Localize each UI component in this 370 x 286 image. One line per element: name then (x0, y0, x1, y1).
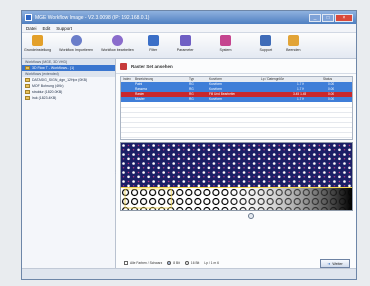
toolbar-filter[interactable]: Filter (147, 35, 159, 52)
arrow-right-icon: ➜ (327, 261, 331, 266)
toolbar: Grundeinstellung Workflow Importieren Wo… (22, 33, 356, 59)
radio-label: 16 Bit (190, 261, 200, 265)
folder-icon (25, 96, 30, 100)
window-controls: _ □ × (309, 13, 353, 22)
content-title: Raster Set ansehen (131, 63, 173, 69)
import-icon (70, 35, 82, 46)
toolbar-label: Workflow Importieren (59, 48, 94, 52)
main-area: Workflows (MGE, 3D VHD) 3D Flow T - Work… (22, 59, 356, 269)
raster-preview[interactable] (120, 142, 353, 211)
raster-pattern-image (121, 143, 352, 210)
status-bar (22, 268, 356, 279)
tree-item[interactable]: lruk (1823.4KB) (22, 95, 115, 101)
menu-bar: Datei Edit Support (22, 24, 356, 33)
menu-datei[interactable]: Datei (26, 26, 37, 31)
toolbar-workflow-edit[interactable]: Workflow bearbeiten (101, 35, 134, 52)
edit-icon (111, 35, 123, 46)
next-label: Weiter (332, 261, 343, 266)
tree-label: 3D Flow T - Workflows.. (1) (32, 66, 75, 70)
toolbar-beenden[interactable]: Beenden (286, 35, 301, 52)
resolution-field[interactable]: Lp / 1 m 6 (204, 261, 219, 265)
toolbar-support[interactable]: Support (259, 35, 273, 52)
tree-label: Workflows (extended) (25, 72, 59, 76)
tree-label: struktur (1820.0KB) (32, 90, 63, 94)
workflow-tree: Workflows (MGE, 3D VHD) 3D Flow T - Work… (22, 59, 116, 269)
folder-icon (25, 90, 30, 94)
close-button[interactable]: × (335, 13, 353, 22)
parameter-icon (179, 35, 191, 46)
title-bar: MGE Workflow Image - V2.3.0098 (IP: 192.… (22, 11, 356, 24)
zoom-slider[interactable] (248, 213, 254, 219)
menu-edit[interactable]: Edit (43, 26, 51, 31)
toolbar-label: Workflow bearbeiten (101, 48, 134, 52)
tree-label: Workflows (MGE, 3D VHD) (25, 60, 68, 64)
radio-label: 8 Bit (173, 261, 180, 265)
system-icon (220, 35, 232, 46)
filter-icon (147, 35, 159, 46)
table-row[interactable] (121, 132, 352, 138)
toolbar-grundeinstellung[interactable]: Grundeinstellung (24, 35, 51, 52)
maximize-button[interactable]: □ (322, 13, 334, 22)
toolbar-workflow-import[interactable]: Workflow Importieren (59, 35, 93, 52)
radio-16bit[interactable] (184, 261, 189, 265)
settings-icon (32, 35, 44, 46)
folder-icon (25, 78, 30, 82)
support-icon (260, 35, 272, 46)
menu-support[interactable]: Support (56, 26, 72, 31)
next-button[interactable]: ➜ Weiter (320, 259, 350, 268)
window-title: MGE Workflow Image - V2.3.0098 (IP: 192.… (35, 14, 150, 21)
toolbar-system[interactable]: System (220, 35, 232, 52)
toolbar-label: System (219, 48, 232, 52)
toolbar-label: Support (259, 48, 273, 52)
radio-8bit[interactable] (167, 261, 172, 265)
toolbar-label: Filter (149, 48, 158, 52)
raster-icon (120, 62, 127, 70)
raster-table: Index Bezeichnung Typ Kurzform Lp / Date… (120, 76, 353, 140)
toolbar-label: Beenden (286, 48, 301, 52)
toolbar-label: Parameter (176, 48, 194, 52)
app-window: MGE Workflow Image - V2.3.0098 (IP: 192.… (21, 10, 357, 280)
content-panel: Raster Set ansehen Index Bezeichnung Typ… (116, 59, 356, 269)
color-checkbox[interactable] (124, 261, 128, 265)
folder-icon (25, 84, 30, 88)
checkbox-label: Alle Farben / Schwarz (130, 261, 163, 265)
content-header: Raster Set ansehen (116, 59, 356, 74)
minimize-button[interactable]: _ (309, 13, 321, 22)
toolbar-parameter[interactable]: Parameter (177, 35, 194, 52)
app-icon (25, 14, 32, 21)
tree-label: DATASIG_SIGN_dgn_12Hpx (0KB) (32, 78, 88, 82)
toolbar-label: Grundeinstellung (24, 48, 52, 52)
folder-icon (25, 66, 30, 70)
exit-icon (287, 35, 299, 46)
tree-label: MOF Bohrung (4Kb) (32, 84, 64, 88)
tree-label: lruk (1823.4KB) (32, 96, 57, 100)
